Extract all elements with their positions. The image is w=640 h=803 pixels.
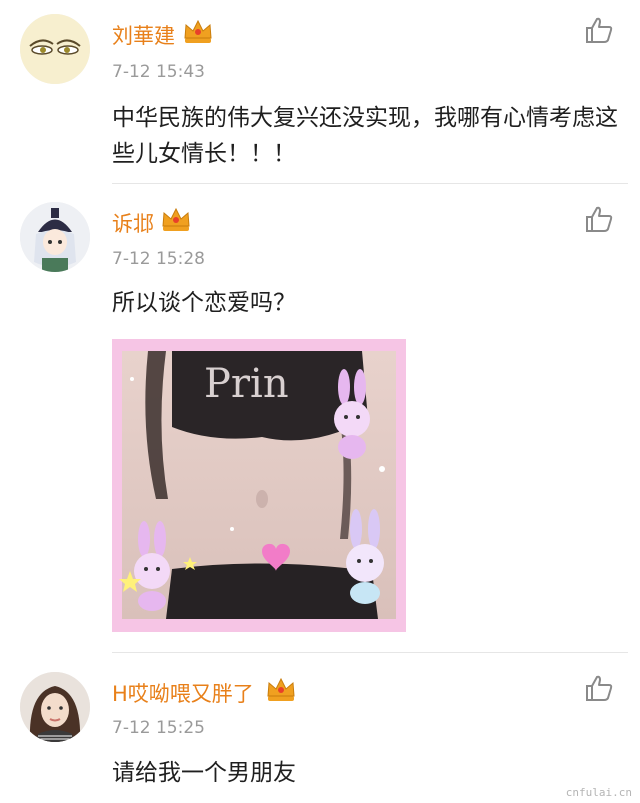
timestamp: 7-12 15:25 bbox=[112, 718, 205, 738]
crown-badge-icon bbox=[162, 207, 190, 231]
shirt-print-text: Prin bbox=[204, 361, 289, 407]
comment-image[interactable]: Prin bbox=[112, 339, 406, 632]
username[interactable]: 刘華建 bbox=[112, 20, 175, 50]
comment-text: 中华民族的伟大复兴还没实现，我哪有心情考虑这些儿女情长！！！ bbox=[112, 105, 618, 167]
timestamp: 7-12 15:28 bbox=[112, 249, 205, 269]
timestamp: 7-12 15:43 bbox=[112, 62, 205, 82]
thumbs-up-icon[interactable] bbox=[584, 673, 614, 703]
avatar[interactable] bbox=[20, 202, 90, 272]
divider bbox=[112, 652, 628, 653]
photo-illustration: Prin bbox=[112, 339, 406, 632]
thumbs-up-icon[interactable] bbox=[584, 15, 614, 45]
avatar[interactable] bbox=[20, 14, 90, 84]
crown-badge-icon bbox=[267, 677, 295, 701]
comment-text: 请给我一个男朋友 bbox=[112, 760, 296, 786]
crown-badge-icon bbox=[184, 19, 212, 43]
comment-text: 所以谈个恋爱吗？ bbox=[112, 290, 296, 316]
username[interactable]: 诉邶 bbox=[112, 208, 154, 238]
eyes-avatar-icon bbox=[20, 14, 90, 84]
watermark: cnfulai.cn bbox=[565, 786, 632, 799]
user-photo-avatar-icon bbox=[20, 672, 90, 742]
username[interactable]: H哎呦喂又胖了 bbox=[112, 678, 254, 708]
anime-character-avatar-icon bbox=[20, 202, 90, 272]
avatar[interactable] bbox=[20, 672, 90, 742]
thumbs-up-icon[interactable] bbox=[584, 204, 614, 234]
divider bbox=[112, 183, 628, 184]
